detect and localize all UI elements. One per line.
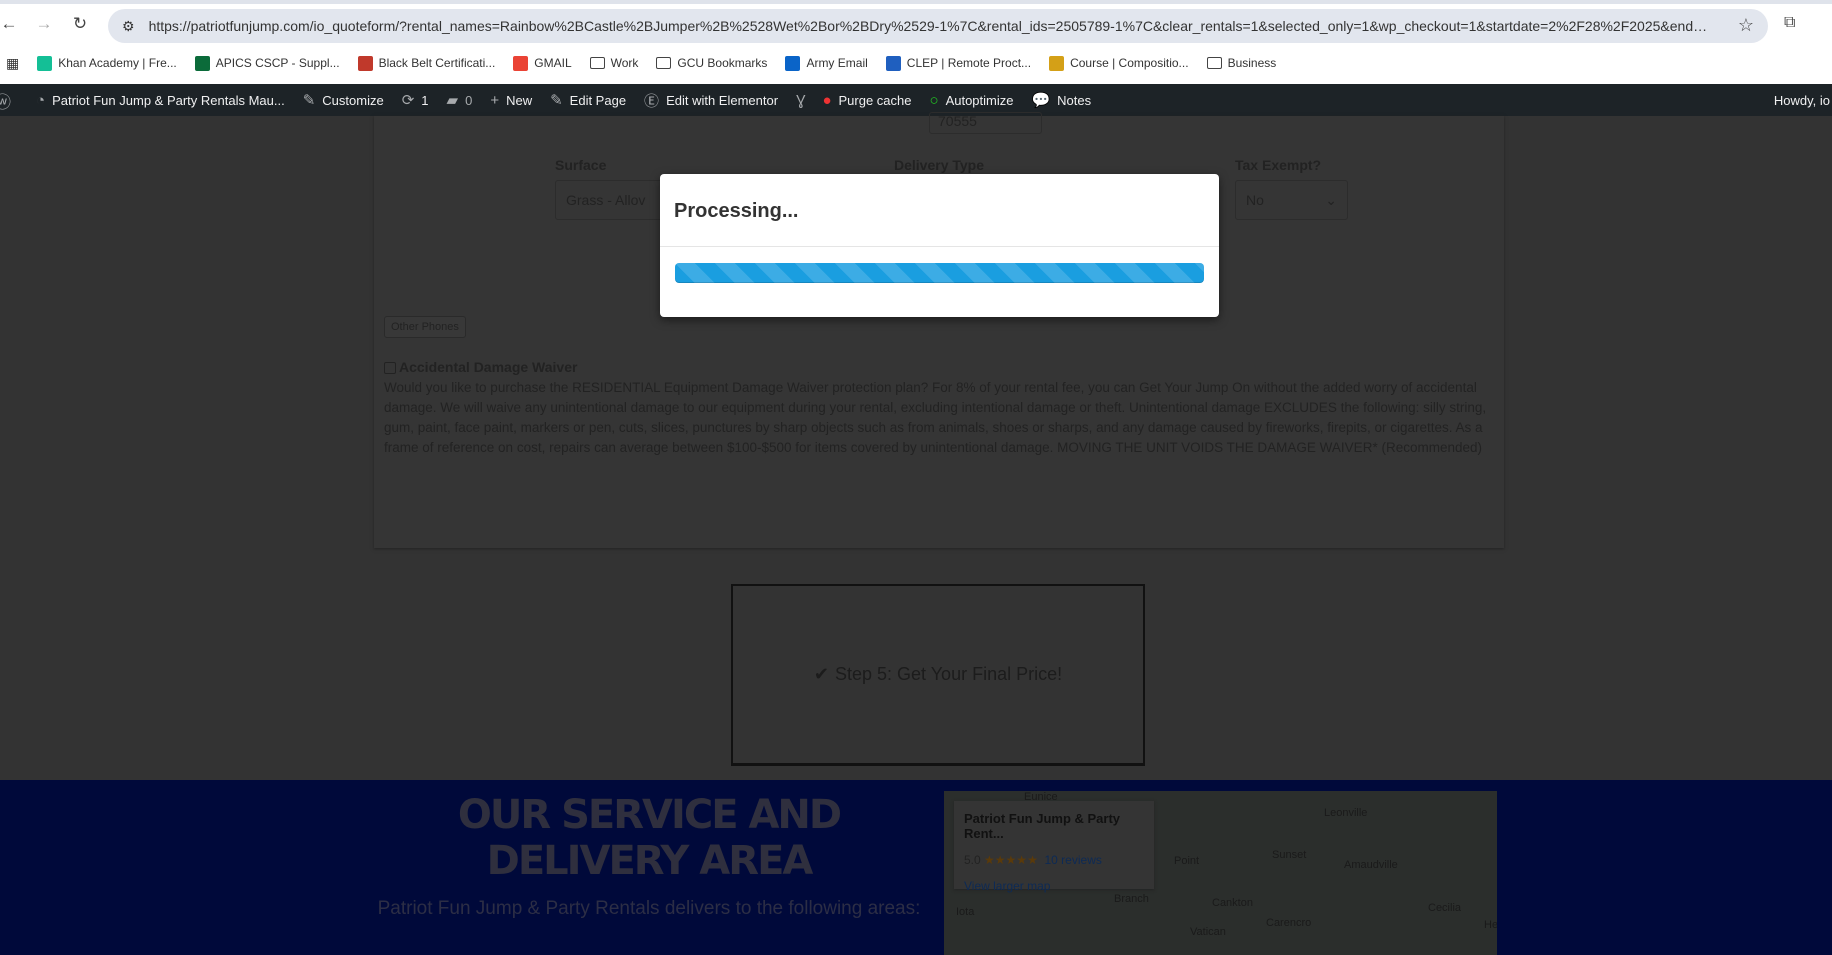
clep-icon [885, 55, 901, 71]
comments-link[interactable]: ▰ 0 [447, 91, 473, 109]
check-icon: ✔ [813, 664, 829, 684]
zip-field[interactable]: 70555 [929, 112, 1042, 134]
gmail-icon [513, 55, 529, 71]
khan-academy-icon [37, 55, 53, 71]
outlook-icon [785, 55, 801, 71]
bookmarks-bar: ▦ Khan Academy | Fre... APICS CSCP - Supp… [0, 50, 1294, 76]
damage-waiver-title: Accidental Damage Waiver [399, 359, 578, 375]
back-icon[interactable]: ← [0, 14, 21, 34]
damage-waiver-checkbox[interactable] [384, 362, 396, 374]
wordpress-logo-icon[interactable]: ⓦ [0, 88, 18, 113]
course-icon [1049, 55, 1065, 71]
map-town-label: Sunset [1272, 849, 1307, 861]
updates-icon: ⟳ [401, 92, 415, 109]
tax-exempt-label: Tax Exempt? [1235, 157, 1322, 173]
autoptimize-link[interactable]: ○ Autoptimize [930, 92, 1014, 109]
red-dot-icon: ● [822, 91, 832, 109]
apps-icon[interactable]: ▦ [6, 55, 19, 72]
folder-icon [589, 57, 605, 69]
bookmark-item[interactable]: CLEP | Remote Proct... [885, 55, 1031, 71]
tab-strip [0, 0, 1832, 4]
map-town-label: Leonville [1324, 807, 1368, 819]
reload-icon[interactable]: ↻ [68, 14, 92, 34]
map-town-label: Iota [956, 906, 975, 918]
customize-link[interactable]: ✎ Customize [303, 91, 384, 109]
service-area-subtext: Patriot Fun Jump & Party Rentals deliver… [377, 898, 921, 919]
green-circle-icon: ○ [929, 91, 939, 109]
plus-icon: + [490, 91, 500, 109]
map-rating: 5.0 [964, 853, 981, 867]
notes-link[interactable]: 💬 Notes [1031, 91, 1091, 109]
site-name-link[interactable]: ◔ Patriot Fun Jump & Party Rentals Mau... [36, 92, 285, 109]
map-town-label: Branch [1114, 893, 1149, 905]
service-area-map[interactable]: Eunice Leonville Sunset Amaudville Point Bran… [944, 791, 1497, 955]
bookmark-item[interactable]: Work [589, 56, 638, 71]
surface-label: Surface [555, 157, 607, 173]
map-business-card: Patriot Fun Jump & Party Rent... 5.0 ★★★… [954, 801, 1154, 893]
modal-title: Processing... [660, 174, 1219, 247]
map-town-label: Vatican [1190, 926, 1226, 938]
url-text[interactable]: https://patriotfunjump.com/io_quoteform/… [149, 18, 1709, 34]
view-larger-map-link[interactable]: View larger map [964, 879, 1144, 893]
tax-exempt-select[interactable]: No ⌄ [1235, 180, 1348, 220]
map-town-label: Henders [1484, 919, 1497, 931]
bookmark-star-icon[interactable]: ☆ [1738, 15, 1754, 36]
notes-icon: 💬 [1031, 92, 1051, 109]
other-phones-button[interactable]: Other Phones [384, 316, 466, 338]
brush-icon: ✎ [302, 92, 316, 109]
bookmark-item[interactable]: GMAIL [513, 55, 572, 71]
map-town-label: Carencro [1266, 917, 1312, 929]
iassc-icon [357, 55, 373, 71]
dashboard-icon: ◔ [36, 91, 46, 109]
map-town-label: Cecilia [1428, 902, 1462, 914]
map-town-label: Point [1174, 855, 1200, 867]
progress-bar [675, 263, 1204, 283]
delivery-type-label: Delivery Type [894, 157, 985, 173]
rating-stars-icon: ★★★★★ [984, 853, 1038, 867]
elementor-link[interactable]: Ⓔ Edit with Elementor [644, 90, 778, 111]
yoast-icon[interactable]: Ɣ [796, 92, 812, 109]
pencil-icon: ✎ [550, 92, 563, 109]
wp-admin-bar: ⓦ ◔ Patriot Fun Jump & Party Rentals Mau.… [0, 84, 1832, 116]
map-town-label: Cankton [1212, 897, 1253, 909]
bookmark-item[interactable]: Army Email [785, 55, 868, 71]
site-info-icon[interactable]: ⚙ [122, 18, 135, 35]
step5-final-price-button[interactable]: ✔ Step 5: Get Your Final Price! [731, 584, 1145, 766]
comment-icon: ▰ [446, 92, 459, 109]
bookmark-item[interactable]: Course | Compositio... [1049, 55, 1189, 71]
damage-waiver: Accidental Damage Waiver Would you like … [384, 357, 1494, 458]
map-town-label: Amaudville [1344, 859, 1398, 871]
updates-link[interactable]: ⟳ 1 [402, 91, 429, 109]
edit-page-link[interactable]: ✎ Edit Page [550, 91, 626, 109]
folder-icon [1206, 57, 1222, 69]
address-bar[interactable]: ⚙ https://patriotfunjump.com/io_quotefor… [108, 9, 1768, 43]
surface-select[interactable]: Grass - Allov [555, 180, 675, 220]
map-business-name: Patriot Fun Jump & Party Rent... [964, 811, 1121, 841]
bookmark-item[interactable]: Khan Academy | Fre... [37, 55, 177, 71]
extensions-icon[interactable]: ⧉ [1784, 14, 1795, 32]
bookmark-item[interactable]: Black Belt Certificati... [357, 55, 495, 71]
forward-icon[interactable]: → [32, 14, 56, 34]
reviews-link[interactable]: 10 reviews [1045, 853, 1102, 867]
chevron-down-icon: ⌄ [1325, 192, 1337, 208]
bookmark-item[interactable]: GCU Bookmarks [656, 56, 767, 71]
elementor-icon: Ⓔ [644, 92, 660, 110]
bookmark-item[interactable]: Business [1206, 56, 1276, 71]
bookmark-item[interactable]: APICS CSCP - Suppl... [194, 55, 340, 71]
purge-cache-link[interactable]: ● Purge cache [822, 92, 911, 109]
apics-icon [194, 55, 210, 71]
browser-chrome: ← → ↻ ⚙ https://patriotfunjump.com/io_qu… [0, 0, 1832, 84]
damage-waiver-text: Would you like to purchase the RESIDENTI… [384, 380, 1487, 455]
howdy-user[interactable]: Howdy, io [1774, 93, 1830, 108]
new-link[interactable]: + New [490, 92, 532, 109]
folder-icon [656, 57, 672, 69]
service-area-heading: OUR SERVICE AND DELIVERY AREA [457, 792, 842, 884]
processing-modal: Processing... [660, 174, 1219, 317]
